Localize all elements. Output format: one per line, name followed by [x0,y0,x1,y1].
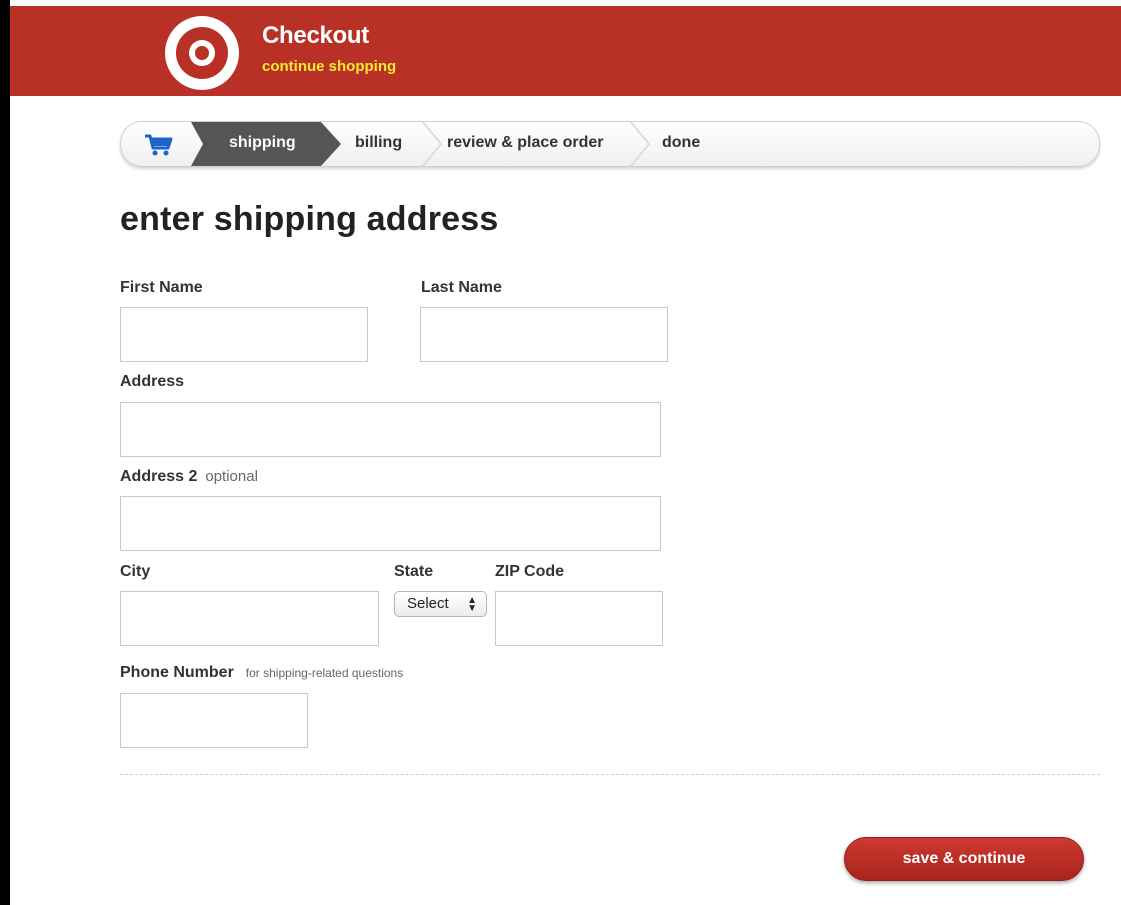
step-done[interactable]: done [662,122,700,166]
page-title: Checkout [262,22,369,49]
city-field[interactable] [120,591,379,646]
state-select[interactable]: Select ▲ ▼ [394,591,487,617]
first-name-label: First Name [120,279,203,296]
phone-hint: for shipping-related questions [245,666,404,680]
shopping-cart-icon [145,134,173,156]
form-heading: enter shipping address [120,200,499,238]
state-label: State [394,563,434,580]
target-logo-icon[interactable] [165,16,239,90]
phone-label-row: Phone Number for shipping-related questio… [120,664,403,682]
city-label: City [120,563,151,580]
address-field[interactable] [120,402,661,457]
form-divider [120,774,1100,775]
step-review[interactable]: review & place order [447,122,604,166]
address2-field[interactable] [120,496,661,551]
last-name-label: Last Name [421,279,502,296]
save-continue-button[interactable]: save & continue [844,837,1084,881]
step-shipping[interactable]: shipping [191,122,341,166]
step-separator-icon [630,122,650,166]
checkout-progress-bar: shipping billing review & place order do… [120,121,1100,167]
continue-shopping-link[interactable]: continue shopping [262,58,396,75]
zip-field[interactable] [495,591,663,646]
address-label: Address [120,373,185,390]
last-name-field[interactable] [420,307,668,362]
zip-label: ZIP Code [495,563,565,580]
phone-field[interactable] [120,693,308,748]
first-name-field[interactable] [120,307,368,362]
step-separator-icon [422,122,442,166]
phone-label: Phone Number [120,664,234,681]
updown-arrows-icon: ▲ ▼ [467,595,477,614]
address2-hint: optional [205,468,258,485]
address2-label-row: Address 2 optional [120,468,258,486]
state-select-value: Select [407,595,449,612]
address2-label: Address 2 [120,468,198,485]
checkout-header: Checkout continue shopping [10,6,1121,96]
step-billing[interactable]: billing [355,122,402,166]
